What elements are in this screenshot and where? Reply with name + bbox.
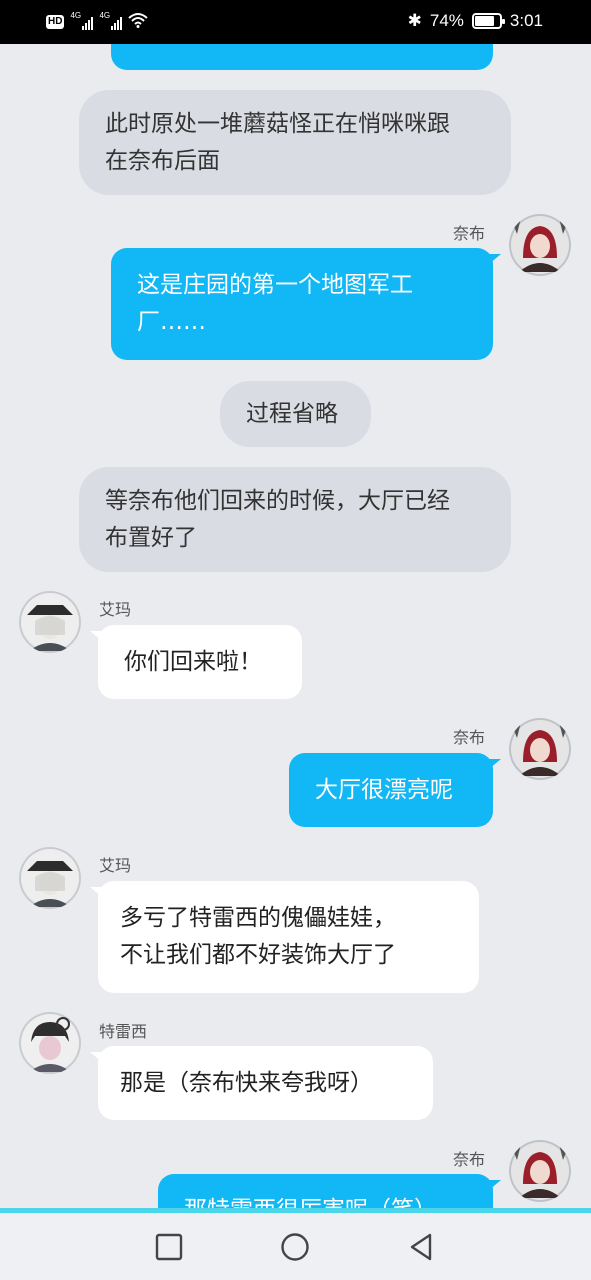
status-bar: HD 4G 4G ✱ 74% 3:01 [0,0,591,44]
narration-text-line: 等奈布他们回来的时候，大厅已经 [105,487,450,514]
message-text-line: 不让我们都不好装饰大厅了 [120,942,396,968]
message-text-line: 厂…… [137,309,206,335]
sender-name: 奈布 [453,224,486,243]
message-bubble[interactable]: 这是庄园的第一个地图军工 厂…… [111,248,501,360]
narration-text: 过程省略 [246,400,338,427]
clock: 3:01 [509,11,543,30]
square-recents-icon[interactable] [151,1229,187,1265]
wifi-icon [128,12,149,32]
narration-text-line: 在奈布后面 [105,147,220,174]
message-text: 大厅很漂亮呢 [315,776,453,803]
chat-area[interactable]: 此时原处一堆蘑菇怪正在悄咪咪跟 在奈布后面 奈布 这是庄园的第一个地图军工 厂…… [0,44,591,1208]
circle-home-icon[interactable] [277,1229,313,1265]
bluetooth-icon: ✱ [407,11,422,30]
status-left: HD 4G 4G [46,11,149,32]
avatar-naib[interactable] [509,214,571,276]
message-text: 你们回来啦！ [124,648,262,675]
message-bubble[interactable]: 多亏了特雷西的傀儡娃娃， 不让我们都不好装饰大厅了 [90,881,479,993]
message-bubble[interactable]: 那是（奈布快来夸我呀） [90,1046,433,1120]
signal-icon-1: 4G [70,11,94,30]
battery-percent: 74% [429,11,464,30]
hd-icon: HD [46,15,65,29]
message-bubble-partial[interactable] [111,44,493,70]
avatar-emma[interactable] [19,847,81,909]
avatar-naib[interactable] [509,1140,571,1202]
battery-icon [471,13,505,29]
narration-bubble[interactable]: 等奈布他们回来的时候，大厅已经 布置好了 [79,467,511,572]
avatar-emma[interactable] [19,591,81,653]
avatar-naib[interactable] [509,718,571,780]
sender-name: 奈布 [453,728,486,747]
narration-text-line: 布置好了 [105,524,197,551]
message-bubble[interactable]: 大厅很漂亮呢 [289,753,501,827]
sender-name: 艾玛 [99,856,132,875]
message-text: 那是（奈布快来夸我呀） [120,1069,373,1096]
status-right: ✱ 74% 3:01 [408,11,543,31]
sender-name: 艾玛 [99,600,132,619]
signal-icon-2: 4G [99,11,123,30]
sender-name: 奈布 [453,1150,486,1169]
sender-name: 特雷西 [99,1022,148,1041]
avatar-tracy[interactable] [19,1012,81,1074]
navigation-bar [0,1213,591,1280]
narration-text-line: 此时原处一堆蘑菇怪正在悄咪咪跟 [105,110,450,137]
message-text-line: 这是庄园的第一个地图军工 [137,272,413,298]
message-text-line: 多亏了特雷西的傀儡娃娃， [120,905,396,931]
message-bubble[interactable]: 那特雷西很厉害呢（笑） [158,1174,501,1208]
narration-bubble[interactable]: 过程省略 [220,381,371,447]
narration-bubble[interactable]: 此时原处一堆蘑菇怪正在悄咪咪跟 在奈布后面 [79,90,511,195]
message-bubble[interactable]: 你们回来啦！ [90,625,302,699]
message-text: 那特雷西很厉害呢（笑） [184,1192,437,1208]
triangle-back-icon[interactable] [403,1229,439,1265]
